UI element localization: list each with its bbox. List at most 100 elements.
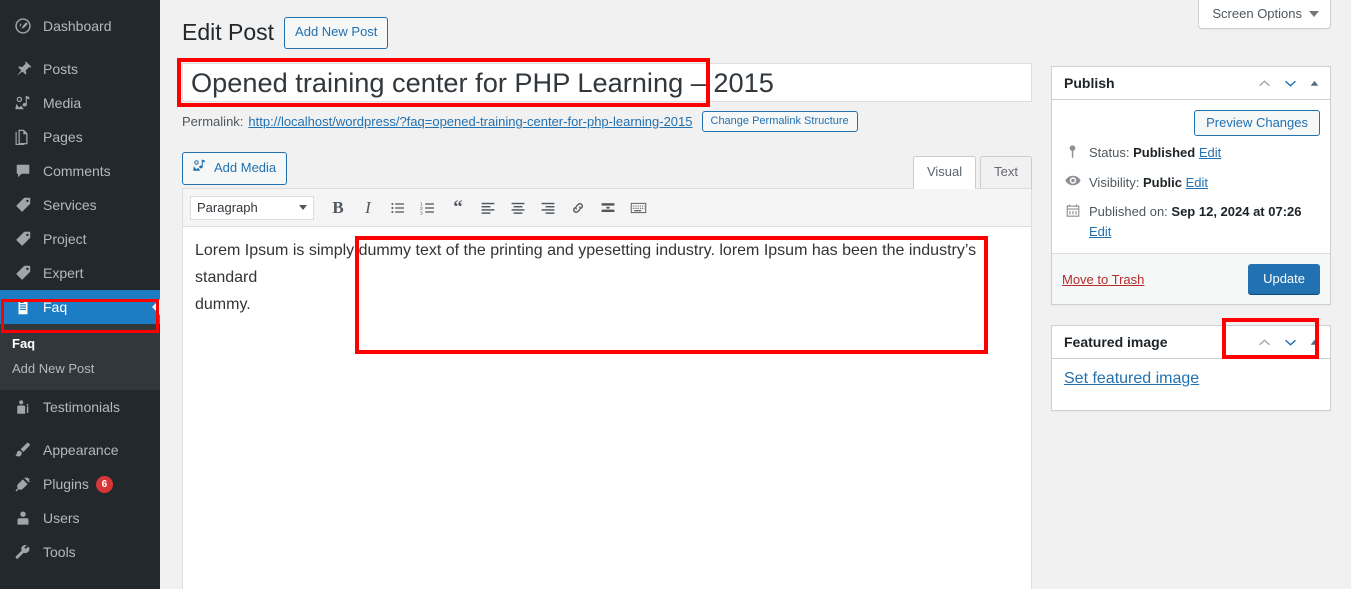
published-on-value: Sep 12, 2024 at 07:26 [1171, 204, 1302, 219]
menu-spacer-top [0, 0, 160, 9]
menu-spacer-1 [0, 43, 160, 52]
change-permalink-structure-button[interactable]: Change Permalink Structure [701, 111, 858, 132]
featured-image-box: Featured image Set featured image [1051, 325, 1331, 411]
sidebar-item-services[interactable]: Services [0, 188, 160, 222]
submenu-item-add-new-post[interactable]: Add New Post [0, 356, 160, 381]
visibility-text: Visibility: Public Edit [1089, 173, 1208, 193]
align-right-icon[interactable] [533, 194, 563, 222]
menu-spacer-2 [0, 424, 160, 433]
chevron-down-icon [299, 205, 307, 210]
bold-icon[interactable]: B [323, 194, 353, 222]
sidebar-item-label: Services [43, 197, 97, 213]
visibility-value: Public [1142, 174, 1182, 190]
add-media-icon [192, 158, 207, 178]
sidebar-item-label: Plugins [43, 476, 89, 492]
post-editor: Add Media Visual Text Paragraph B I 123 … [182, 149, 1032, 589]
eye-icon [1064, 173, 1081, 187]
sidebar-item-label: Faq [43, 299, 68, 315]
sidebar-item-expert[interactable]: Expert [0, 256, 160, 290]
pin-icon [1064, 143, 1081, 159]
status-text: Status: Published Edit [1089, 143, 1221, 163]
numbered-list-icon[interactable]: 123 [413, 194, 443, 222]
editor-format-toolbar: Paragraph B I 123 “ [182, 189, 1032, 227]
tab-text[interactable]: Text [980, 155, 1032, 189]
sidebar-item-label: Comments [43, 163, 111, 179]
dashboard-icon [12, 16, 34, 36]
sidebar-item-media[interactable]: Media [0, 86, 160, 120]
sidebar-item-appearance[interactable]: Appearance [0, 433, 160, 467]
toggle-panel-icon[interactable] [1309, 78, 1320, 89]
sidebar-item-pages[interactable]: Pages [0, 120, 160, 154]
visibility-label: Visibility: [1089, 174, 1140, 190]
align-center-icon[interactable] [503, 194, 533, 222]
faq-submenu: Faq Add New Post [0, 324, 160, 390]
publish-box-handles [1257, 76, 1320, 91]
sidebar-item-users[interactable]: Users [0, 501, 160, 535]
permalink-link[interactable]: http://localhost/wordpress/?faq=opened-t… [248, 114, 692, 129]
plugins-update-badge: 6 [95, 475, 113, 493]
link-icon[interactable] [563, 194, 593, 222]
sidebar-item-faq[interactable]: Faq [0, 290, 160, 324]
permalink-row: Permalink: http://localhost/wordpress/?f… [182, 111, 858, 132]
screen-options-label: Screen Options [1212, 6, 1302, 21]
preview-changes-button[interactable]: Preview Changes [1194, 110, 1320, 136]
add-new-post-button[interactable]: Add New Post [284, 17, 389, 49]
page-title: Edit Post [182, 19, 275, 46]
tab-visual[interactable]: Visual [912, 155, 977, 189]
submenu-item-faq[interactable]: Faq [0, 331, 160, 356]
move-to-trash-link[interactable]: Move to Trash [1062, 272, 1144, 287]
sidebar-item-posts[interactable]: Posts [0, 52, 160, 86]
set-featured-image-link[interactable]: Set featured image [1064, 370, 1199, 387]
tag-icon [12, 229, 34, 249]
format-select[interactable]: Paragraph [190, 195, 314, 220]
tag-icon [12, 195, 34, 215]
sidebar-item-tools[interactable]: Tools [0, 535, 160, 569]
sidebar-item-dashboard[interactable]: Dashboard [0, 9, 160, 43]
admin-sidebar: Dashboard Posts Media Pages Comments Ser… [0, 0, 160, 589]
wrench-icon [12, 542, 34, 562]
pin-icon [12, 59, 34, 79]
read-more-icon[interactable] [593, 194, 623, 222]
sidebar-item-testimonials[interactable]: Testimonials [0, 390, 160, 424]
italic-icon[interactable]: I [353, 194, 383, 222]
move-up-icon[interactable] [1257, 76, 1272, 91]
sidebar-item-label: Media [43, 95, 82, 111]
publish-box-body: Preview Changes Status: Published Edit V… [1052, 100, 1330, 244]
publish-box-header: Publish [1052, 67, 1330, 100]
blockquote-icon[interactable]: “ [443, 194, 473, 222]
sidebar-item-label: Posts [43, 61, 79, 77]
toggle-panel-icon[interactable] [1309, 337, 1320, 348]
bulleted-list-icon[interactable] [383, 194, 413, 222]
toolbar-toggle-icon[interactable] [623, 194, 653, 222]
featured-image-body: Set featured image [1052, 359, 1330, 410]
brush-icon [12, 440, 34, 460]
move-down-icon[interactable] [1283, 335, 1298, 350]
visibility-edit-link[interactable]: Edit [1186, 175, 1208, 190]
sidebar-item-comments[interactable]: Comments [0, 154, 160, 188]
post-title-input[interactable] [182, 63, 1032, 102]
page-header: Edit Post Add New Post [182, 17, 389, 49]
published-on-edit-link[interactable]: Edit [1089, 224, 1111, 239]
add-media-button[interactable]: Add Media [182, 152, 288, 186]
permalink-label: Permalink: [182, 114, 244, 129]
screen-options-button[interactable]: Screen Options [1198, 0, 1331, 29]
sidebar-item-plugins[interactable]: Plugins 6 [0, 467, 160, 501]
calendar-icon [1064, 202, 1081, 218]
editor-mode-tabs: Visual Text [909, 155, 1032, 189]
plug-icon [12, 474, 34, 494]
published-on-label: Published on: [1089, 204, 1168, 219]
status-edit-link[interactable]: Edit [1199, 145, 1221, 160]
document-icon [12, 297, 34, 317]
editor-content-area[interactable]: Lorem Ipsum is simply dummy text of the … [182, 227, 1032, 589]
featured-image-header: Featured image [1052, 326, 1330, 359]
pages-icon [12, 127, 34, 147]
sidebar-item-project[interactable]: Project [0, 222, 160, 256]
user-icon [12, 508, 34, 528]
update-button[interactable]: Update [1248, 264, 1320, 294]
sidebar-item-label: Expert [43, 265, 84, 281]
move-up-icon[interactable] [1257, 335, 1272, 350]
align-left-icon[interactable] [473, 194, 503, 222]
move-down-icon[interactable] [1283, 76, 1298, 91]
sidebar-item-label: Testimonials [43, 399, 121, 415]
published-on-row: Published on: Sep 12, 2024 at 07:26 Edit [1062, 195, 1320, 244]
